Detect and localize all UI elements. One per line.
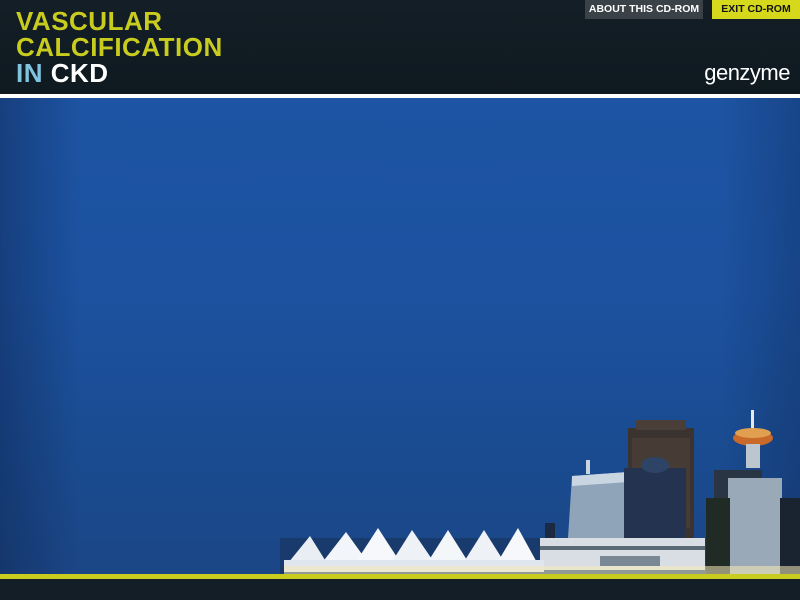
city-skyline-image bbox=[280, 410, 800, 574]
app-title: VASCULAR CALCIFICATION IN CKD bbox=[16, 8, 223, 86]
hero-image bbox=[0, 98, 800, 574]
title-word-ckd: CKD bbox=[50, 58, 109, 88]
footer-accent-rule bbox=[0, 574, 800, 579]
header: VASCULAR CALCIFICATION IN CKD ABOUT THIS… bbox=[0, 0, 800, 94]
title-word-in: IN bbox=[16, 58, 43, 88]
title-line-in-ckd: IN CKD bbox=[16, 58, 109, 88]
title-line-calcification: CALCIFICATION bbox=[16, 32, 223, 62]
about-cd-rom-button[interactable]: ABOUT THIS CD-ROM bbox=[585, 0, 703, 19]
exit-cd-rom-button[interactable]: EXIT CD-ROM bbox=[712, 0, 800, 19]
title-line-vascular: VASCULAR bbox=[16, 6, 163, 36]
genzyme-logo: genzyme bbox=[704, 60, 790, 85]
